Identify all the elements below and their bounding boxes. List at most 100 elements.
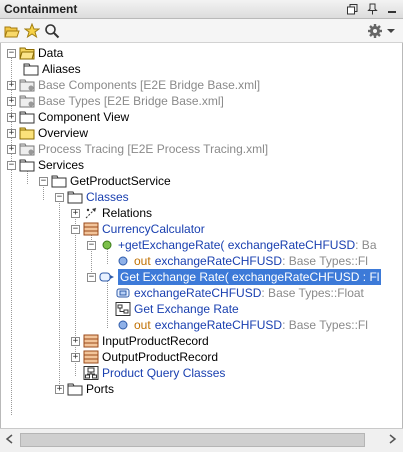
shared-package-icon: [19, 94, 35, 108]
chevron-down-icon[interactable]: [385, 22, 397, 40]
tree-item-label: CurrencyCalculator: [102, 222, 205, 236]
tree-item-base-components[interactable]: + Base Components [E2E Bridge Base.xml]: [7, 77, 261, 93]
tree-item-outputproductrecord[interactable]: + OutputProductRecord: [71, 349, 218, 365]
tree-item-parameter-out[interactable]: out exchangeRateCHFUSD : Base Types::Fl: [115, 317, 368, 333]
toolbar: [0, 19, 403, 43]
expand-toggle[interactable]: +: [7, 128, 16, 138]
tree-item-label: Component View: [38, 110, 130, 124]
package-icon: [23, 62, 39, 76]
tree-item-label: OutputProductRecord: [102, 350, 219, 364]
tree-item-diagram[interactable]: Get Exchange Rate: [115, 301, 239, 317]
tree-item-label: Get Exchange Rate: [134, 302, 239, 316]
tree-item-label: Services: [38, 158, 85, 172]
parameter-icon: [115, 254, 131, 268]
tree-item-aliases[interactable]: Aliases: [23, 61, 81, 77]
class-icon: [83, 334, 99, 348]
tree-item-label: Classes: [86, 190, 129, 204]
collapse-toggle[interactable]: −: [7, 160, 16, 170]
tree-item-label: exchangeRateCHFUSD: [154, 254, 283, 268]
expand-toggle[interactable]: +: [7, 80, 16, 90]
tree-item-type: : Base Types::Fl: [282, 254, 368, 268]
expand-toggle[interactable]: +: [7, 112, 16, 122]
tree-item-label: Product Query Classes: [102, 366, 226, 380]
tree-item-component-view[interactable]: + Component View: [7, 109, 130, 125]
collapse-toggle[interactable]: −: [71, 224, 80, 234]
tree-item-label-selected: Get Exchange Rate( exchangeRateCHFUSD : …: [118, 269, 382, 285]
tree-item-ports[interactable]: + Ports: [55, 381, 114, 397]
tree-item-product-query-classes[interactable]: Product Query Classes: [83, 365, 225, 381]
tree-item-type: : Base Types::Fl: [282, 318, 368, 332]
parameter-icon: [115, 318, 131, 332]
collapse-toggle[interactable]: −: [39, 176, 48, 186]
tree-item-currencycalculator[interactable]: − CurrencyCalculator: [71, 221, 205, 237]
collapse-toggle[interactable]: −: [87, 272, 96, 282]
panel-title: Containment: [4, 2, 78, 16]
shared-package-icon: [19, 78, 35, 92]
tree-item-relations[interactable]: + Relations: [71, 205, 152, 221]
collapse-toggle[interactable]: −: [87, 240, 96, 250]
activity-parameter-icon: [115, 286, 131, 300]
activity-icon: [99, 270, 115, 284]
class-icon: [83, 350, 99, 364]
expand-toggle[interactable]: +: [71, 208, 80, 218]
tree-item-inputproductrecord[interactable]: + InputProductRecord: [71, 333, 209, 349]
operation-icon: [99, 238, 115, 252]
package-open-icon: [19, 46, 35, 60]
tree-item-process-tracing[interactable]: + Process Tracing [E2E Process Tracing.x…: [7, 141, 269, 157]
expand-toggle[interactable]: +: [71, 352, 80, 362]
gear-icon[interactable]: [366, 22, 384, 40]
tree-item-getproductservice[interactable]: − GetProductService: [39, 173, 171, 189]
tree-item-label: exchangeRateCHFUSD: [154, 318, 283, 332]
tree-item-label: Aliases: [42, 62, 81, 76]
tree-item-activity-getexchangerate[interactable]: − Get Exchange Rate( exchangeRateCHFUSD …: [87, 269, 382, 285]
tree-item-label: Relations: [102, 206, 153, 220]
direction-keyword: out: [134, 254, 151, 268]
tree-item-operation-getexchangerate[interactable]: − +getExchangeRate( exchangeRateCHFUSD :…: [87, 237, 377, 253]
scroll-right-icon[interactable]: [389, 433, 397, 447]
folder-icon: [19, 126, 35, 140]
package-icon: [51, 174, 67, 188]
containment-tree[interactable]: − Data Aliases + Base Components [E2E Br…: [0, 43, 403, 428]
package-icon: [19, 110, 35, 124]
panel-titlebar: Containment: [0, 0, 403, 19]
relations-icon: [83, 206, 99, 220]
tree-item-label: exchangeRateCHFUSD: [134, 286, 262, 300]
scrollbar-thumb[interactable]: [20, 433, 365, 447]
tree-item-activity-parameter[interactable]: exchangeRateCHFUSD : Base Types::Float: [115, 285, 364, 301]
class-icon: [83, 222, 99, 236]
expand-toggle[interactable]: +: [7, 144, 16, 154]
tree-item-overview[interactable]: + Overview: [7, 125, 89, 141]
search-icon[interactable]: [43, 22, 61, 40]
star-icon[interactable]: [23, 22, 41, 40]
shared-package-icon: [19, 142, 35, 156]
tree-item-classes[interactable]: − Classes: [55, 189, 129, 205]
tree-item-label: Overview: [38, 126, 89, 140]
tree-item-label: InputProductRecord: [102, 334, 209, 348]
package-icon: [67, 382, 83, 396]
tree-item-label: Base Components [E2E Bridge Base.xml]: [38, 78, 261, 92]
expand-toggle[interactable]: +: [7, 96, 16, 106]
tree-item-label: GetProductService: [70, 174, 171, 188]
package-icon: [19, 158, 35, 172]
collapse-toggle[interactable]: −: [55, 192, 64, 202]
direction-keyword: out: [134, 318, 151, 332]
diagram-icon: [115, 302, 131, 316]
expand-toggle[interactable]: +: [55, 384, 64, 394]
tree-item-type: : Base Types::Float: [261, 286, 364, 300]
tree-item-label: Process Tracing [E2E Process Tracing.xml…: [38, 142, 269, 156]
tree-item-label: Base Types [E2E Bridge Base.xml]: [38, 94, 224, 108]
tree-item-data[interactable]: − Data: [7, 45, 63, 61]
expand-toggle[interactable]: +: [71, 336, 80, 346]
float-window-icon[interactable]: [345, 2, 359, 16]
collapse-toggle[interactable]: −: [7, 48, 16, 58]
scroll-left-icon[interactable]: [5, 433, 13, 447]
tree-item-parameter-out[interactable]: out exchangeRateCHFUSD : Base Types::Fl: [115, 253, 368, 269]
tree-item-type: : Ba: [355, 238, 377, 252]
pin-icon[interactable]: [365, 2, 379, 16]
horizontal-scrollbar[interactable]: [0, 428, 403, 452]
tree-item-services[interactable]: − Services: [7, 157, 85, 173]
tree-item-base-types[interactable]: + Base Types [E2E Bridge Base.xml]: [7, 93, 224, 109]
minimize-icon[interactable]: [385, 2, 399, 16]
tree-item-label: Ports: [86, 382, 115, 396]
open-folder-icon[interactable]: [3, 22, 21, 40]
